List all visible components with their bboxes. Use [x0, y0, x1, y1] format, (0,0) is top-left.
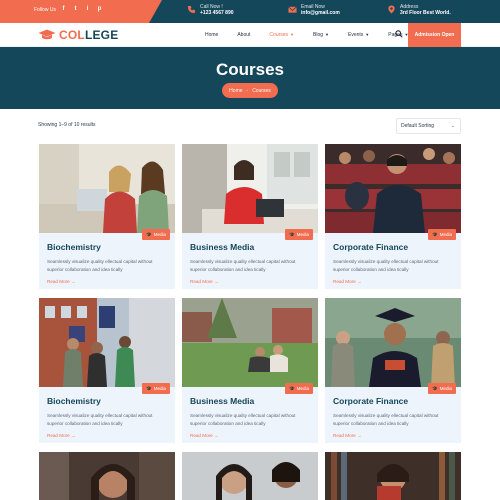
menu-item-home[interactable]: Home: [205, 32, 218, 38]
course-image[interactable]: [325, 144, 461, 233]
email-value: info@gmail.com: [301, 10, 340, 16]
email-contact[interactable]: Email Now info@gmail.com: [288, 4, 340, 17]
course-title[interactable]: Biochemistry: [47, 242, 101, 252]
call-value: +123 4567 890: [200, 10, 234, 16]
graduation-cap-icon: 🎓: [289, 385, 295, 391]
social-links: f t i p: [60, 6, 103, 12]
page-title: Courses: [215, 60, 285, 79]
course-description: Seamlessly visualize quality ellectual c…: [333, 413, 439, 426]
results-count: Showing 1–9 of 10 results: [38, 122, 96, 128]
chevron-down-icon: ▼: [290, 32, 295, 37]
course-photo: [325, 298, 461, 387]
logo[interactable]: COLLEGE: [38, 28, 118, 42]
course-image[interactable]: [325, 298, 461, 387]
course-image[interactable]: [182, 298, 318, 387]
menu-item-blog[interactable]: Blog ▼: [313, 32, 329, 38]
graduation-cap-icon: 🎓: [289, 231, 295, 237]
course-description: Seamlessly visualize quality ellectual c…: [47, 259, 153, 272]
graduation-cap-icon: 🎓: [432, 385, 438, 391]
course-title[interactable]: Business Media: [190, 396, 254, 406]
course-image[interactable]: [39, 144, 175, 233]
chevron-down-icon: ▼: [325, 32, 329, 37]
breadcrumb: Home - Courses: [222, 83, 278, 98]
call-contact[interactable]: Call Now ! +123 4567 890: [187, 4, 234, 17]
instagram-icon[interactable]: i: [84, 6, 91, 12]
course-title[interactable]: Biochemistry: [47, 396, 101, 406]
course-photo: [39, 144, 175, 233]
top-bar: Follow Us f t i p Call Now ! +123 4567 8…: [0, 0, 500, 23]
read-more-link[interactable]: Read More →: [190, 279, 219, 284]
category-badge[interactable]: 🎓 Media: [142, 383, 170, 394]
chevron-down-icon: ⌄: [450, 123, 455, 129]
course-photo: [182, 452, 318, 500]
search-icon[interactable]: [395, 30, 403, 38]
course-card[interactable]: [39, 452, 175, 500]
course-description: Seamlessly visualize quality ellectual c…: [47, 413, 153, 426]
graduation-cap-icon: 🎓: [432, 231, 438, 237]
address-contact: Address 3rd Floor Best World.: [387, 4, 451, 17]
course-title[interactable]: Corporate Finance: [333, 242, 408, 252]
sort-select[interactable]: Default Sorting ⌄: [396, 118, 461, 134]
course-card[interactable]: 🎓 Media Corporate Finance Seamlessly visu…: [325, 144, 461, 289]
course-photo: [182, 144, 318, 233]
address-value: 3rd Floor Best World.: [400, 10, 451, 16]
course-card[interactable]: [182, 452, 318, 500]
breadcrumb-current: Courses: [252, 87, 271, 94]
category-badge[interactable]: 🎓 Media: [428, 383, 456, 394]
envelope-icon: [288, 6, 297, 13]
category-badge[interactable]: 🎓 Media: [285, 229, 313, 240]
course-card[interactable]: 🎓 Media Business Media Seamlessly visuali…: [182, 298, 318, 443]
course-description: Seamlessly visualize quality ellectual c…: [190, 259, 296, 272]
category-badge[interactable]: 🎓 Media: [428, 229, 456, 240]
facebook-icon[interactable]: f: [60, 6, 67, 12]
phone-icon: [187, 5, 196, 14]
chevron-down-icon: ▼: [365, 32, 370, 37]
course-photo: [39, 452, 175, 500]
follow-us-label: Follow Us: [34, 7, 56, 13]
read-more-link[interactable]: Read More →: [333, 279, 362, 284]
read-more-link[interactable]: Read More →: [333, 433, 362, 438]
category-badge[interactable]: 🎓 Media: [142, 229, 170, 240]
location-pin-icon: [388, 5, 395, 14]
course-photo: [39, 298, 175, 387]
breadcrumb-home[interactable]: Home: [229, 88, 242, 94]
menu-item-about[interactable]: About: [237, 32, 250, 38]
twitter-icon[interactable]: t: [72, 6, 79, 12]
course-image[interactable]: [39, 298, 175, 387]
read-more-link[interactable]: Read More →: [47, 279, 76, 284]
page-banner: Courses Home - Courses: [0, 47, 500, 109]
category-badge[interactable]: 🎓 Media: [285, 383, 313, 394]
course-image[interactable]: [182, 144, 318, 233]
course-photo: [182, 298, 318, 387]
read-more-link[interactable]: Read More →: [190, 433, 219, 438]
sort-selected: Default Sorting: [401, 123, 435, 129]
graduation-cap-icon: 🎓: [146, 385, 152, 391]
course-title[interactable]: Business Media: [190, 242, 254, 252]
course-description: Seamlessly visualize quality ellectual c…: [333, 259, 439, 272]
course-card[interactable]: 🎓 Media Corporate Finance Seamlessly visu…: [325, 298, 461, 443]
course-card[interactable]: 🎓 Media Biochemistry Seamlessly visualize…: [39, 144, 175, 289]
pinterest-icon[interactable]: p: [96, 6, 103, 12]
course-card[interactable]: [325, 452, 461, 500]
graduation-cap-icon: 🎓: [146, 231, 152, 237]
course-photo: [325, 452, 461, 500]
graduation-cap-icon: [38, 29, 56, 40]
read-more-link[interactable]: Read More →: [47, 433, 76, 438]
admission-open-button[interactable]: Admission Open: [408, 23, 461, 47]
logo-text: COLLEGE: [59, 28, 119, 42]
course-card[interactable]: 🎓 Media Business Media Seamlessly visuali…: [182, 144, 318, 289]
menu-item-courses[interactable]: Courses ▼: [269, 32, 294, 38]
course-title[interactable]: Corporate Finance: [333, 396, 408, 406]
menu-item-events[interactable]: Events ▼: [348, 32, 369, 38]
course-photo: [325, 144, 461, 233]
course-card[interactable]: 🎓 Media Biochemistry Seamlessly visualize…: [39, 298, 175, 443]
breadcrumb-separator: -: [246, 87, 249, 94]
course-description: Seamlessly visualize quality ellectual c…: [190, 413, 296, 426]
